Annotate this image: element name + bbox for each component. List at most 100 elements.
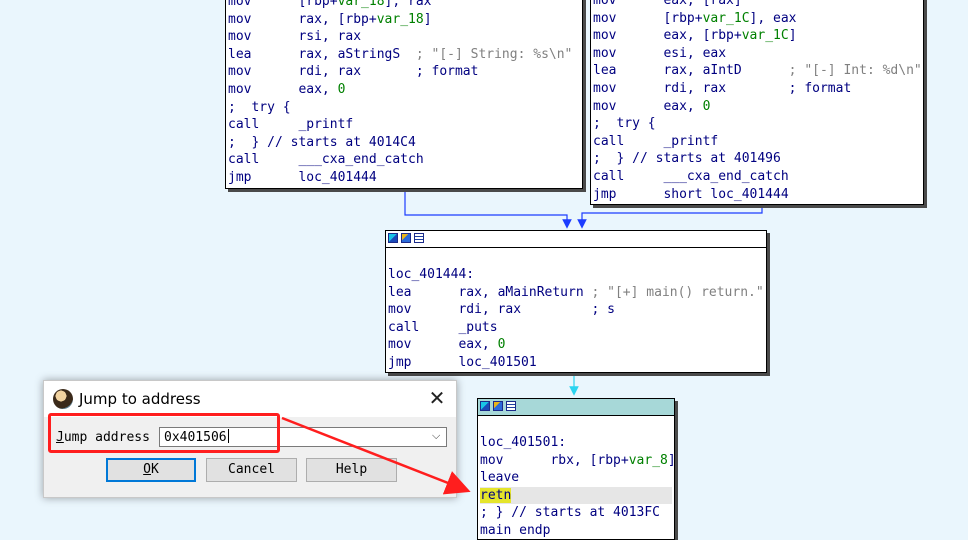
code-line[interactable]: mov rdi, rax ; format bbox=[228, 63, 580, 81]
comment: ; format bbox=[788, 80, 852, 96]
code-line[interactable]: ; try { bbox=[228, 99, 580, 117]
mnemonic: mov bbox=[593, 28, 617, 44]
mnemonic: mov bbox=[228, 29, 252, 45]
code-line[interactable]: ; try { bbox=[593, 115, 921, 133]
code-line[interactable]: call _printf bbox=[228, 116, 580, 134]
node-header bbox=[386, 231, 766, 248]
mnemonic: lea bbox=[388, 284, 412, 300]
operands: ; try { bbox=[593, 116, 656, 132]
mnemonic: call bbox=[228, 117, 260, 133]
code-line[interactable]: call ___cxa_end_catch bbox=[228, 151, 580, 169]
mnemonic: call bbox=[593, 168, 625, 184]
retn-instruction[interactable]: retn bbox=[480, 487, 512, 503]
code-line[interactable]: mov rdi, rax ; format bbox=[593, 80, 921, 98]
list-node-icon[interactable] bbox=[506, 401, 516, 411]
mnemonic: call bbox=[228, 152, 260, 168]
mnemonic: mov bbox=[593, 80, 617, 96]
code-line[interactable]: lea rax, aIntD ; "[-] Int: %d\n" bbox=[593, 62, 922, 80]
operands: rdi, rax bbox=[298, 64, 416, 80]
block-label[interactable]: loc_401501: bbox=[480, 434, 672, 452]
code-line[interactable]: mov rsi, rax bbox=[228, 28, 580, 46]
operands: loc_401501 bbox=[458, 354, 537, 370]
code-line[interactable]: mov eax, 0 bbox=[228, 81, 580, 99]
edit-node-icon[interactable] bbox=[401, 233, 411, 243]
retn-line[interactable]: retn bbox=[480, 486, 672, 505]
code-line[interactable]: mov [rbp+var_18], rax bbox=[228, 0, 580, 11]
code-line[interactable]: mov rdi, rax ; s bbox=[388, 301, 764, 319]
mnemonic: jmp bbox=[593, 186, 617, 202]
cancel-button[interactable]: Cancel bbox=[206, 458, 297, 482]
operands: rsi, rax bbox=[298, 29, 362, 45]
code-line[interactable]: mov rax, [rbp+var_18] bbox=[228, 11, 580, 29]
code-line[interactable]: mov [rbp+var_1C], eax bbox=[593, 10, 921, 28]
operands: rdi, rax bbox=[663, 80, 789, 96]
operands: eax, [rax] bbox=[663, 0, 742, 8]
annotation-highlight-box bbox=[48, 413, 280, 453]
graph-node-icon[interactable] bbox=[388, 233, 398, 243]
mnemonic: jmp bbox=[228, 169, 252, 185]
code-node-right[interactable]: mov eax, [rax] mov [rbp+var_1C], eax mov eax,… bbox=[590, 0, 924, 205]
operands: rdi, rax bbox=[458, 302, 592, 318]
comment: ; format bbox=[415, 64, 479, 80]
code-node-loc-401444[interactable]: loc_401444: lea rax, aMainReturn ; "[+] m… bbox=[385, 230, 767, 373]
operands: ; } // starts at 4014C4 bbox=[228, 134, 416, 150]
list-node-icon[interactable] bbox=[414, 233, 424, 243]
ok-mnemonic: O bbox=[143, 462, 151, 477]
operands: eax, 0 bbox=[298, 81, 346, 97]
close-icon[interactable]: ✕ bbox=[426, 387, 448, 409]
mnemonic: mov bbox=[593, 10, 617, 26]
mnemonic: mov bbox=[228, 0, 252, 9]
code-line[interactable]: jmp loc_401444 bbox=[228, 169, 580, 187]
code-line[interactable]: call _puts bbox=[388, 319, 764, 337]
code-line[interactable]: mov esi, eax bbox=[593, 45, 921, 63]
edit-node-icon[interactable] bbox=[493, 401, 503, 411]
code-lines: mov eax, [rax] mov [rbp+var_1C], eax mov eax,… bbox=[591, 0, 923, 203]
operands: eax, [rbp+var_1C] bbox=[663, 28, 797, 44]
comment: ; "[-] Int: %d\n" bbox=[788, 63, 922, 79]
code-line[interactable]: mov rbx, [rbp+var_8] bbox=[480, 452, 676, 470]
code-lines: loc_401444: lea rax, aMainReturn ; "[+] m… bbox=[386, 248, 766, 372]
code-line[interactable]: call _printf bbox=[593, 133, 921, 151]
comment: ; "[+] main() return." bbox=[591, 284, 764, 300]
mnemonic: mov bbox=[228, 64, 252, 80]
code-line[interactable]: mov eax, 0 bbox=[593, 98, 921, 116]
code-line[interactable]: ; } // starts at 4014C4 bbox=[228, 134, 580, 152]
operands: rax, aIntD bbox=[663, 63, 789, 79]
code-comment-line: ; } // starts at 4013FC bbox=[480, 505, 661, 521]
ida-app-icon bbox=[53, 389, 73, 409]
code-node-loc-401501[interactable]: loc_401501: mov rbx, [rbp+var_8] leave ret… bbox=[477, 398, 676, 540]
comment: ; "[-] String: %s\n" bbox=[415, 46, 573, 62]
code-line[interactable]: mov eax, 0 bbox=[388, 336, 764, 354]
mnemonic: call bbox=[593, 133, 625, 149]
mnemonic: jmp bbox=[388, 354, 412, 370]
block-label[interactable]: loc_401444: bbox=[388, 266, 764, 284]
ok-button[interactable]: OK bbox=[106, 458, 196, 482]
code-line[interactable]: mov eax, [rbp+var_1C] bbox=[593, 27, 921, 45]
code-line[interactable]: ; } // starts at 401496 bbox=[593, 150, 921, 168]
code-line[interactable]: jmp loc_401501 bbox=[388, 354, 764, 372]
code-line[interactable]: leave bbox=[480, 469, 672, 487]
dialog-title-bar[interactable]: Jump to address ✕ bbox=[44, 381, 456, 417]
operands: _printf bbox=[298, 117, 354, 133]
ok-label-rest: K bbox=[151, 462, 159, 477]
operands: _puts bbox=[458, 319, 498, 335]
dialog-title: Jump to address bbox=[79, 390, 201, 408]
code-line[interactable]: mov eax, [rax] bbox=[593, 0, 921, 10]
operands: rax, aStringS bbox=[298, 46, 416, 62]
code-node-left[interactable]: mov [rbp+var_18], rax mov rax, [rbp+var_18]… bbox=[225, 0, 583, 189]
operands: ___cxa_end_catch bbox=[663, 168, 789, 184]
code-line[interactable]: call ___cxa_end_catch bbox=[593, 168, 921, 186]
code-lines: loc_401501: mov rbx, [rbp+var_8] leave ret… bbox=[478, 416, 676, 540]
chevron-down-icon[interactable]: ⌵ bbox=[432, 430, 442, 441]
code-line[interactable]: jmp short loc_401444 bbox=[593, 186, 921, 204]
comment: ; s bbox=[591, 302, 615, 318]
graph-node-icon[interactable] bbox=[480, 401, 490, 411]
mnemonic: mov bbox=[593, 98, 617, 114]
code-line[interactable]: lea rax, aMainReturn ; "[+] main() return… bbox=[388, 284, 764, 302]
help-button[interactable]: Help bbox=[306, 458, 397, 482]
code-line[interactable]: lea rax, aStringS ; "[-] String: %s\n" bbox=[228, 46, 580, 64]
node-header bbox=[478, 399, 674, 416]
mnemonic: lea bbox=[228, 46, 252, 62]
operands: rbx, [rbp+var_8] bbox=[550, 452, 676, 468]
mnemonic: mov bbox=[228, 11, 252, 27]
